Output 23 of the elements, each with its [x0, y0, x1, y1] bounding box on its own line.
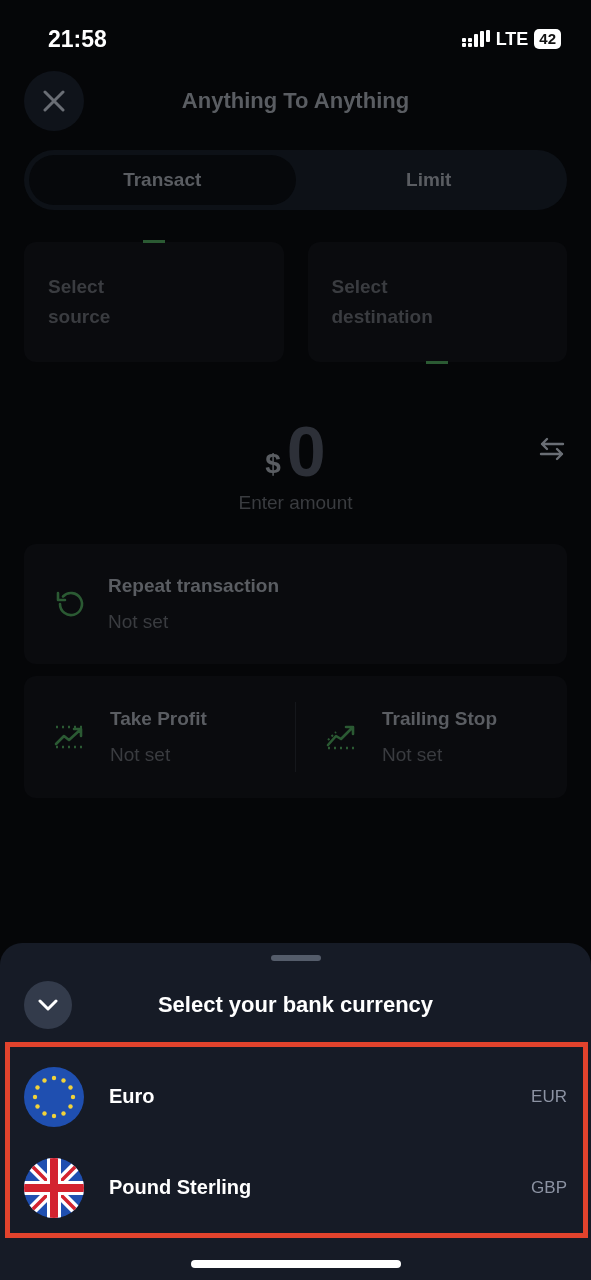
- signal-icon: [461, 30, 490, 48]
- battery-level: 42: [534, 29, 561, 49]
- sheet-title: Select your bank currency: [156, 992, 435, 1018]
- trend-up-icon: [326, 724, 356, 750]
- screen-title: Anything To Anything: [180, 88, 411, 114]
- close-icon: [43, 90, 65, 112]
- collapse-button[interactable]: [24, 981, 72, 1029]
- order-title: Take Profit: [110, 708, 207, 730]
- currency-item[interactable]: Pound Sterling GBP: [24, 1142, 567, 1233]
- swap-icon[interactable]: [539, 436, 565, 462]
- flag-icon: [24, 1066, 84, 1127]
- tab[interactable]: Transact: [29, 155, 296, 205]
- amount-hint: Enter amount: [237, 492, 354, 514]
- currency-item[interactable]: Euro EUR: [24, 1051, 567, 1142]
- sheet-handle[interactable]: [270, 955, 321, 961]
- network-label: LTE: [495, 28, 529, 50]
- repeat-title: Repeat transaction: [108, 575, 280, 597]
- tab[interactable]: Limit: [295, 155, 562, 205]
- trend-up-icon: [54, 725, 84, 749]
- status-time: 21:58: [48, 25, 107, 53]
- chevron-down-icon: [38, 999, 58, 1011]
- order-title: Trailing Stop: [382, 708, 498, 730]
- currency-symbol: $: [265, 448, 281, 480]
